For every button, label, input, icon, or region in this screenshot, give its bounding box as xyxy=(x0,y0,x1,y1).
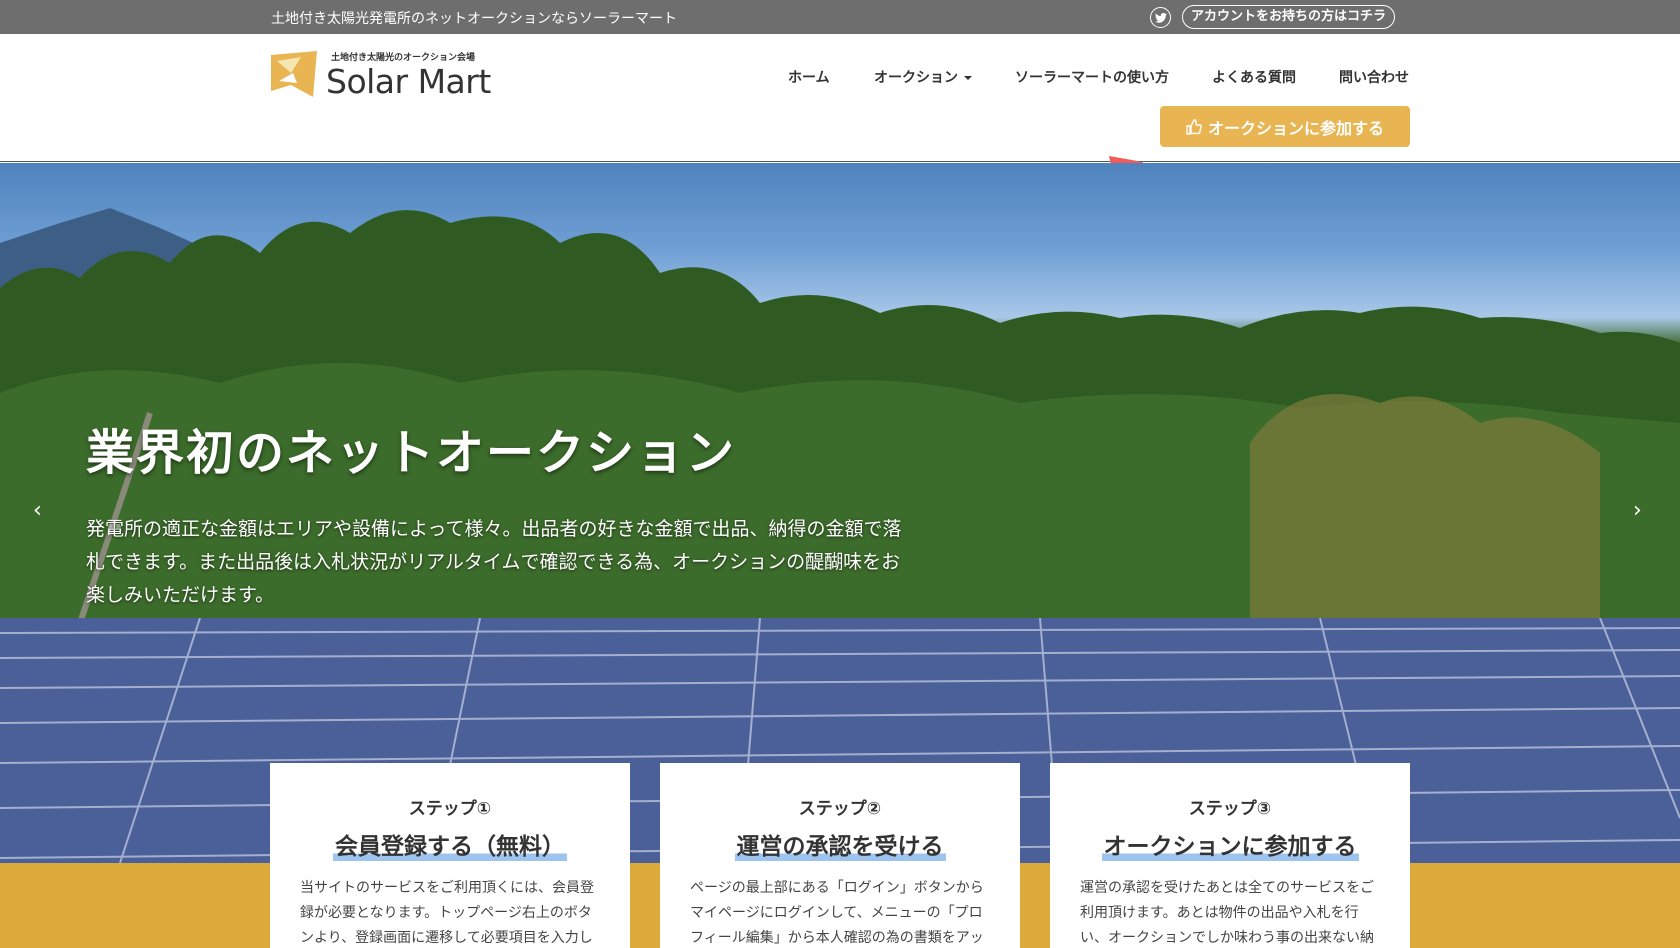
account-login-link[interactable]: アカウントをお持ちの方はコチラ xyxy=(1182,5,1396,29)
caret-down-icon xyxy=(964,76,972,80)
hero-lead: 発電所の適正な金額はエリアや設備によって様々。出品者の好きな金額で出品、納得の金… xyxy=(86,518,902,606)
step-card-3: ステップ③ オークションに参加する 運営の承認を受けたあとは全てのサービスをご利… xyxy=(1050,763,1410,948)
step-description: 運営の承認を受けたあとは全てのサービスをご利用頂けます。あとは物件の出品や入札を… xyxy=(1080,880,1374,946)
top-bar: 土地付き太陽光発電所のネットオークションならソーラーマート アカウントをお持ちの… xyxy=(0,0,1680,34)
step-card-2: ステップ② 運営の承認を受ける ページの最上部にある「ログイン」ボタンからマイペ… xyxy=(660,763,1020,948)
step-card-1: ステップ① 会員登録する（無料） 当サイトのサービスをご利用頂くには、会員登録が… xyxy=(270,763,630,948)
logo-name: Solar Mart xyxy=(326,62,491,101)
step-description: ページの最上部にある「ログイン」ボタンからマイページにログインして、メニューの「… xyxy=(690,880,984,946)
hero-slider: 業界初のネットオークション 発電所の適正な金額はエリアや設備によって様々。出品者… xyxy=(0,163,1680,863)
site-logo[interactable]: 土地付き太陽光のオークション会場 Solar Mart xyxy=(271,48,501,101)
join-auction-button[interactable]: オークションに参加する xyxy=(1160,106,1410,147)
chevron-left-icon[interactable]: ‹ xyxy=(33,498,42,523)
site-header: 土地付き太陽光のオークション会場 Solar Mart ホーム オークション ソ… xyxy=(0,34,1680,190)
nav-item-how-to-use[interactable]: ソーラーマートの使い方 xyxy=(1015,67,1169,87)
nav-item-faq[interactable]: よくある質問 xyxy=(1212,67,1296,87)
step-label: ステップ① xyxy=(408,799,492,819)
nav-item-auction-label: オークション xyxy=(874,70,958,86)
site-tagline: 土地付き太陽光発電所のネットオークションならソーラーマート xyxy=(271,11,677,27)
thumbs-up-icon xyxy=(1186,118,1202,135)
hero-title: 業界初のネットオークション xyxy=(86,425,737,481)
nav-item-contact[interactable]: 問い合わせ xyxy=(1339,67,1409,87)
twitter-icon[interactable] xyxy=(1150,7,1171,28)
step-title: 運営の承認を受ける xyxy=(734,827,946,861)
join-auction-label: オークションに参加する xyxy=(1207,118,1384,138)
nav-item-home[interactable]: ホーム xyxy=(788,67,830,87)
step-title: オークションに参加する xyxy=(1101,827,1359,861)
step-description: 当サイトのサービスをご利用頂くには、会員登録が必要となります。トップページ右上の… xyxy=(300,880,594,946)
step-title: 会員登録する（無料） xyxy=(333,827,567,861)
chevron-right-icon[interactable]: › xyxy=(1633,498,1642,523)
solar-mart-logo-mark xyxy=(271,51,317,97)
nav-item-auction[interactable]: オークション xyxy=(874,67,972,87)
step-label: ステップ② xyxy=(798,799,882,819)
step-label: ステップ③ xyxy=(1188,799,1272,819)
